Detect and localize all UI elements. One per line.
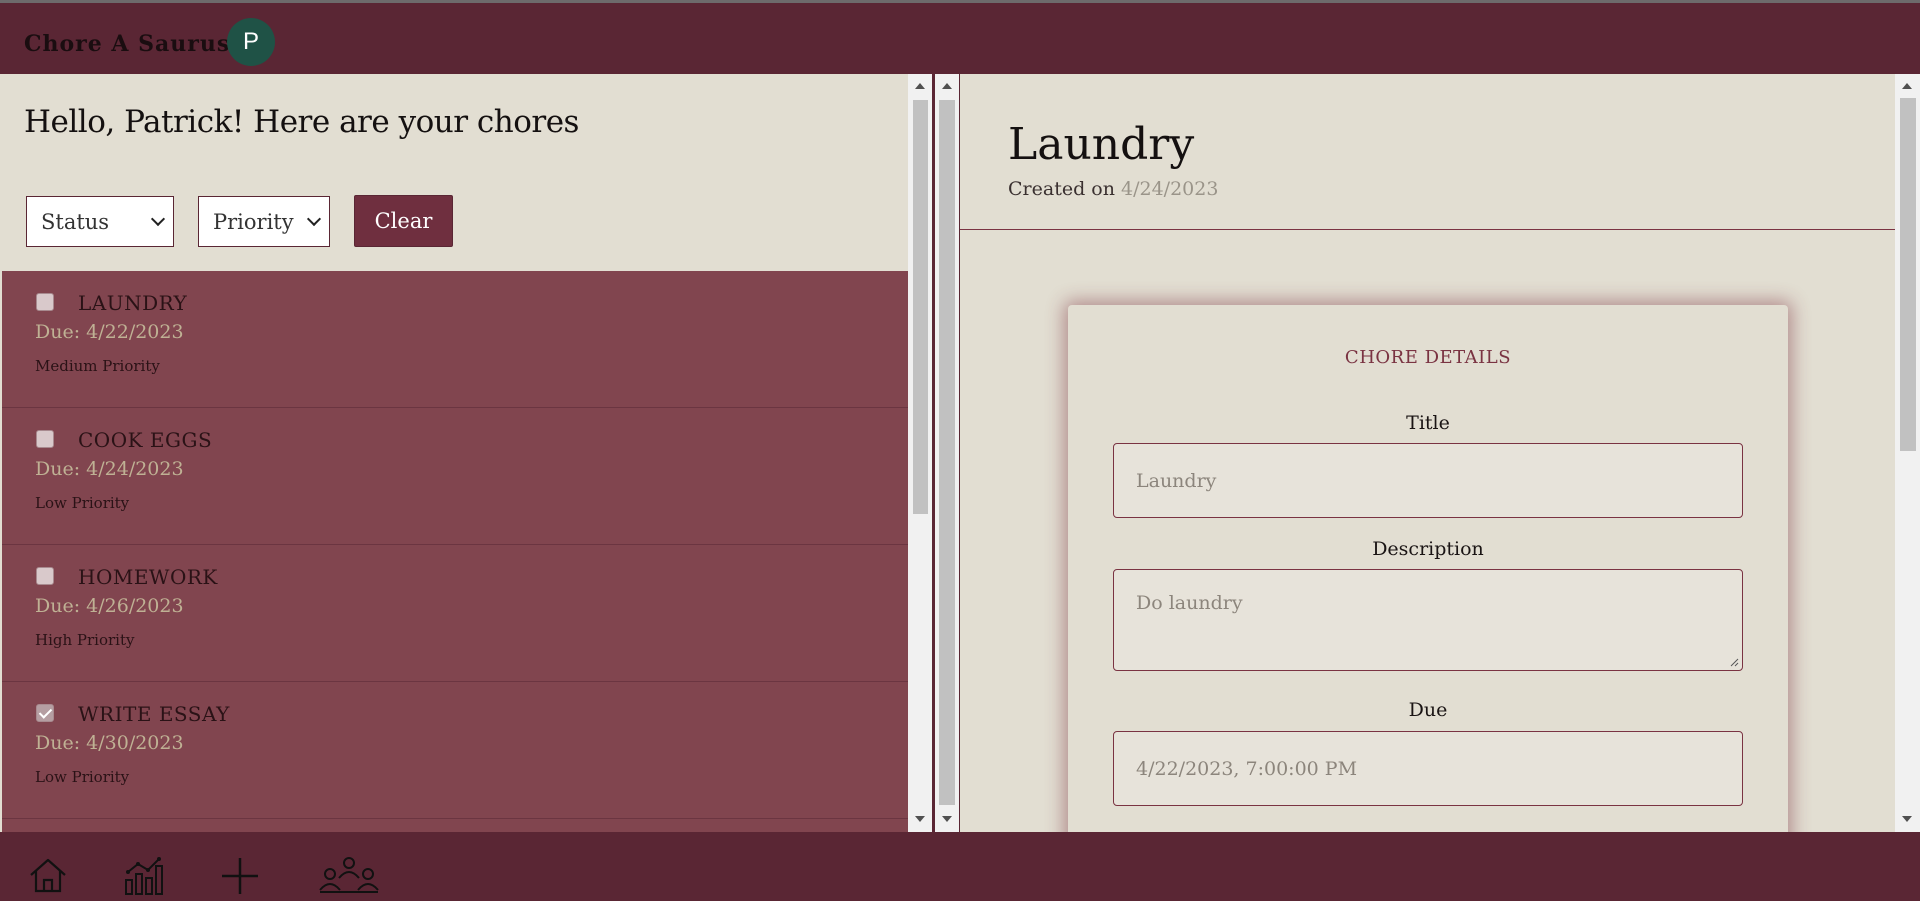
chore-list-pane: Hello, Patrick! Here are your chores Sta… [0,74,908,832]
created-date: 4/24/2023 [1121,178,1219,200]
scroll-up-arrow-icon[interactable] [1902,83,1912,89]
chore-priority: High Priority [35,631,135,649]
scroll-down-arrow-icon[interactable] [1902,816,1912,822]
detail-title: Laundry [1008,119,1195,170]
bottom-nav [0,832,1920,901]
created-prefix: Created on [1008,178,1115,200]
priority-filter-select[interactable]: Priority [198,196,330,247]
chore-checkbox-checked[interactable] [36,704,54,722]
chore-list: LAUNDRY Due: 4/22/2023 Medium Priority C… [2,271,908,832]
chore-item[interactable]: LAUNDRY Due: 4/22/2023 Medium Priority [2,271,908,408]
chore-item[interactable]: COOK EGGS Due: 4/24/2023 Low Priority [2,408,908,545]
stats-icon[interactable] [122,856,164,896]
chore-title: COOK EGGS [78,428,213,452]
status-filter-label: Status [41,209,110,234]
user-avatar[interactable]: P [227,18,275,66]
created-info: Created on 4/24/2023 [1008,178,1218,200]
card-heading: CHORE DETAILS [1344,347,1512,368]
chore-priority: Low Priority [35,768,130,786]
chore-priority: Medium Priority [35,357,160,375]
detail-scrollbar[interactable] [1895,74,1920,832]
chevron-down-icon [306,211,322,227]
due-input[interactable]: 4/22/2023, 7:00:00 PM [1113,731,1743,806]
section-divider [960,229,1895,230]
title-label: Title [1406,412,1450,434]
chore-checkbox[interactable] [36,430,54,448]
chevron-down-icon [150,211,166,227]
scrollbar-thumb[interactable] [1900,98,1916,451]
chore-details-card: CHORE DETAILS Title Laundry Description … [1068,305,1788,832]
status-filter-select[interactable]: Status [26,196,174,247]
app-logo[interactable]: Chore A Saurus [24,31,230,57]
group-icon[interactable] [318,856,380,894]
chore-title: LAUNDRY [78,291,188,315]
greeting-heading: Hello, Patrick! Here are your chores [24,104,579,140]
chore-due-date: Due: 4/26/2023 [35,595,184,617]
scroll-up-arrow-icon[interactable] [942,83,952,89]
scroll-up-arrow-icon[interactable] [915,83,925,89]
chore-item[interactable]: WRITE ESSAY Due: 4/30/2023 Low Priority [2,682,908,819]
chore-checkbox[interactable] [36,567,54,585]
priority-filter-label: Priority [213,209,294,234]
scroll-down-arrow-icon[interactable] [942,816,952,822]
chore-due-date: Due: 4/22/2023 [35,321,184,343]
chore-list-scrollbar[interactable] [908,74,932,832]
chore-priority: Low Priority [35,494,130,512]
description-textarea[interactable]: Do laundry [1113,569,1743,671]
scrollbar-thumb[interactable] [939,100,955,805]
title-input[interactable]: Laundry [1113,443,1743,518]
chore-detail-pane: Laundry Created on 4/24/2023 CHORE DETAI… [960,74,1895,832]
chore-title: HOMEWORK [78,565,218,589]
scroll-down-arrow-icon[interactable] [915,816,925,822]
home-icon[interactable] [28,856,68,894]
description-label: Description [1372,538,1484,560]
scrollbar-thumb[interactable] [913,100,928,514]
chore-title: WRITE ESSAY [78,702,230,726]
chore-checkbox[interactable] [36,293,54,311]
chore-due-date: Due: 4/30/2023 [35,732,184,754]
chore-item[interactable]: HOMEWORK Due: 4/26/2023 High Priority [2,545,908,682]
clear-filters-button[interactable]: Clear [354,195,453,247]
detail-left-scrollbar[interactable] [935,74,959,832]
resize-grip-icon[interactable] [1729,657,1739,667]
chore-due-date: Due: 4/24/2023 [35,458,184,480]
add-icon[interactable] [220,856,260,896]
app-header: Chore A Saurus P [0,3,1920,74]
due-label: Due [1408,699,1448,721]
description-value: Do laundry [1136,592,1243,614]
